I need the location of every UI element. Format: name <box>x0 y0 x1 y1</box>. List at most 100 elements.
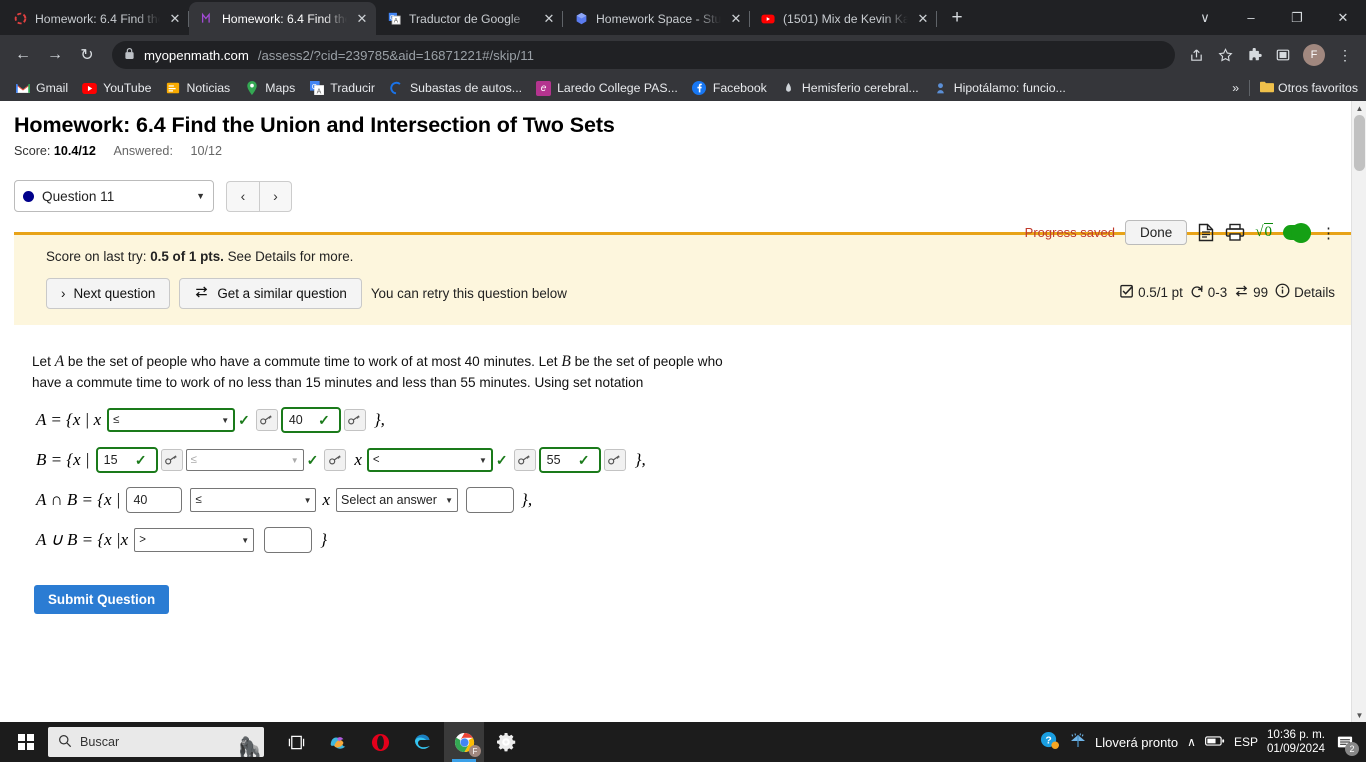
set-b-value2-input[interactable]: 55 ✓ <box>538 447 601 474</box>
union-operator-select[interactable]: > ▼ <box>134 528 255 553</box>
done-button[interactable]: Done <box>1124 220 1188 245</box>
printer-icon[interactable] <box>1225 223 1245 242</box>
set-b-operator2-value: < <box>372 454 380 467</box>
close-window-button[interactable]: ✕ <box>1320 2 1366 34</box>
set-b-operator1-key-icon[interactable] <box>324 449 347 472</box>
set-a-operator-select[interactable]: ≤ ▼ <box>107 408 236 433</box>
details-link[interactable]: Details <box>1275 283 1335 301</box>
math-input-toggle[interactable] <box>1283 222 1311 243</box>
forward-button[interactable]: → <box>40 40 70 70</box>
notification-icon[interactable]: 2 <box>1334 731 1359 756</box>
set-b-operator2-key-icon[interactable] <box>513 449 536 472</box>
maximize-button[interactable]: ❐ <box>1274 2 1320 34</box>
answer-row-intersection: A ∩ B = {x | 40 ≤ ▼ x Select an answer ▼… <box>36 487 1366 514</box>
address-bar[interactable]: myopenmath.com/assess2/?cid=239785&aid=1… <box>112 41 1175 69</box>
set-a-value-key-icon[interactable] <box>343 409 366 432</box>
bookmark-youtube[interactable]: YouTube <box>75 79 158 98</box>
undo-icon <box>1190 284 1204 301</box>
details-label: Details <box>1294 284 1335 300</box>
points-value: 0.5/1 pt <box>1138 284 1183 300</box>
settings-gear-icon[interactable] <box>486 722 526 762</box>
intersection-operator1-select[interactable]: ≤ ▼ <box>190 488 317 513</box>
chevron-down-icon: ▼ <box>478 455 487 465</box>
bookmark-laredo[interactable]: e Laredo College PAS... <box>529 79 685 98</box>
taskbar-search[interactable]: Buscar 🦍 <box>48 727 264 757</box>
bookmarks-overflow-icon[interactable]: » <box>1232 81 1239 95</box>
google-maps-icon <box>244 81 259 96</box>
intersection-value1-input[interactable]: 40 <box>126 487 183 514</box>
get-similar-question-button[interactable]: Get a similar question <box>179 278 362 309</box>
facebook-icon <box>692 81 707 96</box>
close-icon[interactable]: ✕ <box>728 11 744 27</box>
set-b-value2-key-icon[interactable] <box>603 449 626 472</box>
taskbar-clock[interactable]: 10:36 p. m. 01/09/2024 <box>1267 728 1325 757</box>
close-icon[interactable]: ✕ <box>541 11 557 27</box>
browser-tab-2[interactable]: Homework: 6.4 Find the Unio ✕ <box>189 2 376 35</box>
bookmark-facebook[interactable]: Facebook <box>685 79 774 98</box>
copilot-icon[interactable] <box>318 722 358 762</box>
bookmark-hipotalamo[interactable]: Hipotálamo: funcio... <box>926 79 1073 98</box>
browser-tab-1[interactable]: Homework: 6.4 Find the Unio ✕ <box>2 2 189 35</box>
union-suffix: } <box>320 530 328 550</box>
start-button[interactable] <box>4 722 48 762</box>
previous-question-button[interactable]: ‹ <box>226 180 259 212</box>
close-icon[interactable]: ✕ <box>167 11 183 27</box>
bookmark-subastas[interactable]: Subastas de autos... <box>382 79 529 98</box>
question-text: Let A be the set of people who have a co… <box>32 351 732 393</box>
browser-tab-4[interactable]: Homework Space - StudyX ✕ <box>563 2 750 35</box>
side-panel-icon[interactable] <box>1270 42 1296 68</box>
union-value-input[interactable] <box>264 527 313 554</box>
help-icon[interactable]: ? <box>1040 731 1060 753</box>
kebab-menu-icon[interactable]: ⋮ <box>1332 42 1358 68</box>
puzzle-icon[interactable] <box>1241 42 1267 68</box>
close-icon[interactable]: ✕ <box>915 11 931 27</box>
page-scrollbar[interactable]: ▲ ▼ <box>1351 101 1366 722</box>
scrollbar-thumb[interactable] <box>1354 115 1365 171</box>
set-b-value1-key-icon[interactable] <box>160 449 183 472</box>
weather-widget[interactable]: Lloverá pronto <box>1068 732 1178 753</box>
question-select[interactable]: Question 11 ▼ <box>14 180 214 212</box>
next-question-label: Next question <box>73 286 156 301</box>
star-icon[interactable] <box>1212 42 1238 68</box>
edge-icon[interactable] <box>402 722 442 762</box>
battery-icon[interactable] <box>1204 735 1225 750</box>
tab-search-icon[interactable]: ∨ <box>1182 2 1228 34</box>
close-icon[interactable]: ✕ <box>354 11 370 27</box>
profile-avatar[interactable]: F <box>1303 44 1325 66</box>
opera-icon[interactable] <box>360 722 400 762</box>
set-b-value1-input[interactable]: 15 ✓ <box>95 447 158 474</box>
chrome-icon[interactable]: F <box>444 722 484 762</box>
other-bookmarks-label[interactable]: Otros favoritos <box>1278 81 1358 95</box>
set-b-operator1-select[interactable]: ≤ ▼ <box>185 449 304 472</box>
reload-button[interactable]: ↻ <box>72 40 102 70</box>
back-button[interactable]: ← <box>8 40 38 70</box>
intersection-value2-input[interactable] <box>466 487 515 514</box>
document-icon[interactable] <box>1197 223 1215 242</box>
scroll-up-icon[interactable]: ▲ <box>1352 101 1366 115</box>
next-question-button[interactable]: › Next question <box>46 278 171 309</box>
bookmark-gmail[interactable]: Gmail <box>8 79 75 98</box>
scroll-down-icon[interactable]: ▼ <box>1352 708 1366 722</box>
union-operator-value: > <box>139 534 146 547</box>
language-indicator[interactable]: ESP <box>1234 735 1258 749</box>
tray-expand-icon[interactable]: ∧ <box>1187 735 1196 749</box>
share-icon[interactable] <box>1183 42 1209 68</box>
set-a-operator-key-icon[interactable] <box>255 409 278 432</box>
bookmark-traducir[interactable]: AG Traducir <box>302 79 382 98</box>
submit-question-button[interactable]: Submit Question <box>34 585 170 615</box>
studyx-icon <box>573 11 589 27</box>
browser-tab-3[interactable]: AG Traductor de Google ✕ <box>376 2 563 35</box>
set-a-value-input[interactable]: 40 ✓ <box>280 407 341 434</box>
browser-tab-5[interactable]: (1501) Mix de Kevin Kaarl || L ✕ <box>750 2 937 35</box>
bookmark-hemisferio[interactable]: Hemisferio cerebral... <box>774 79 926 98</box>
bookmark-maps[interactable]: Maps <box>237 79 302 98</box>
new-tab-button[interactable]: + <box>943 4 971 32</box>
minimize-button[interactable]: – <box>1228 2 1274 34</box>
bookmark-noticias[interactable]: Noticias <box>158 79 237 98</box>
intersection-operator2-select[interactable]: Select an answer ▼ <box>336 488 459 513</box>
next-question-button[interactable]: › <box>259 180 292 212</box>
set-b-operator2-select[interactable]: < ▼ <box>366 448 493 473</box>
task-view-icon[interactable] <box>276 722 316 762</box>
kebab-menu-icon[interactable]: ⋮ <box>1321 224 1336 242</box>
notification-count: 2 <box>1345 742 1359 756</box>
